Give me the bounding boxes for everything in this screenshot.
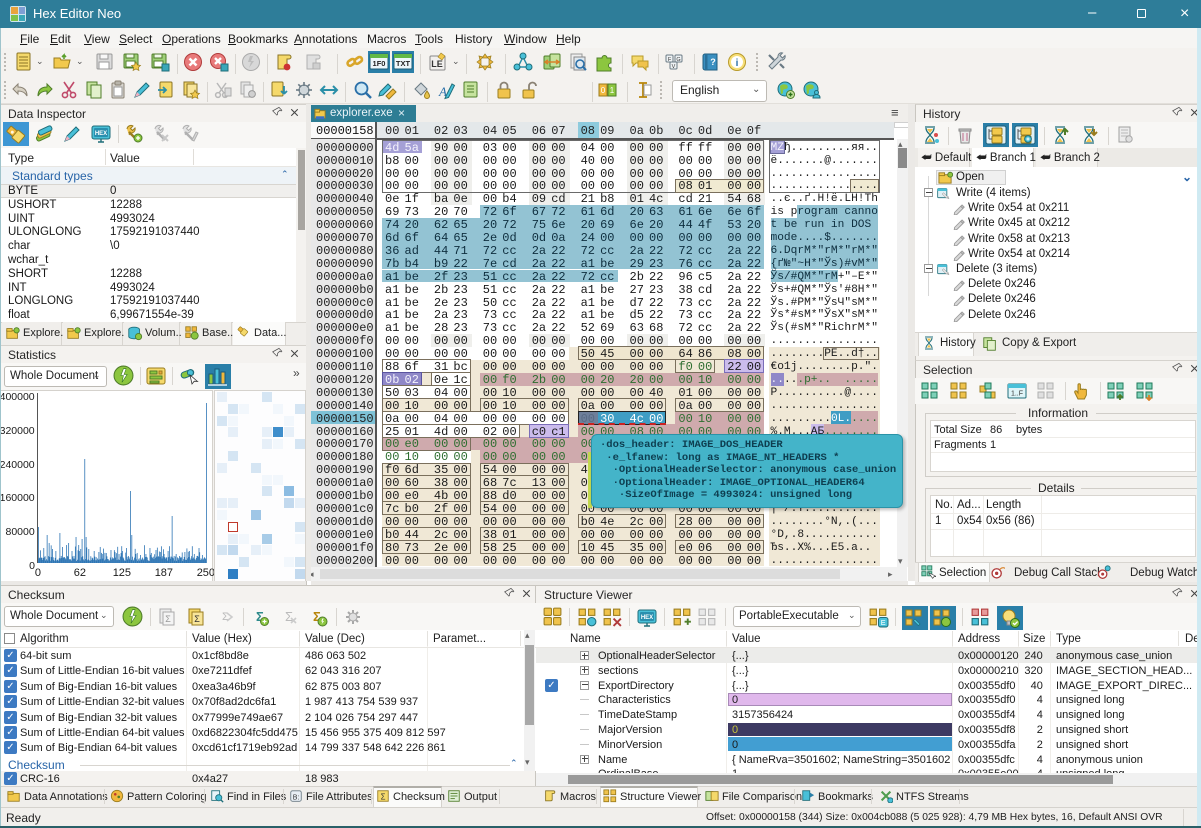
- svg-text:?: ?: [710, 57, 716, 67]
- svg-text:Σ: Σ: [165, 614, 171, 624]
- svg-text:V: V: [672, 64, 676, 70]
- svg-text:HEX: HEX: [641, 615, 653, 621]
- svg-text:0: 0: [601, 86, 606, 95]
- svg-text:Σ: Σ: [381, 793, 386, 802]
- svg-text:1F0: 1F0: [373, 59, 386, 68]
- svg-text:G: G: [676, 57, 680, 63]
- svg-text:i: i: [736, 58, 739, 69]
- svg-text:1: 1: [610, 86, 615, 95]
- svg-text:1..F: 1..F: [1011, 391, 1023, 398]
- svg-text:HEX: HEX: [95, 131, 107, 137]
- svg-text:LE: LE: [431, 59, 443, 69]
- svg-text:B:: B:: [293, 795, 300, 802]
- svg-text:Σ: Σ: [194, 614, 200, 624]
- svg-text:TXT: TXT: [396, 59, 411, 68]
- svg-text:E: E: [881, 618, 886, 627]
